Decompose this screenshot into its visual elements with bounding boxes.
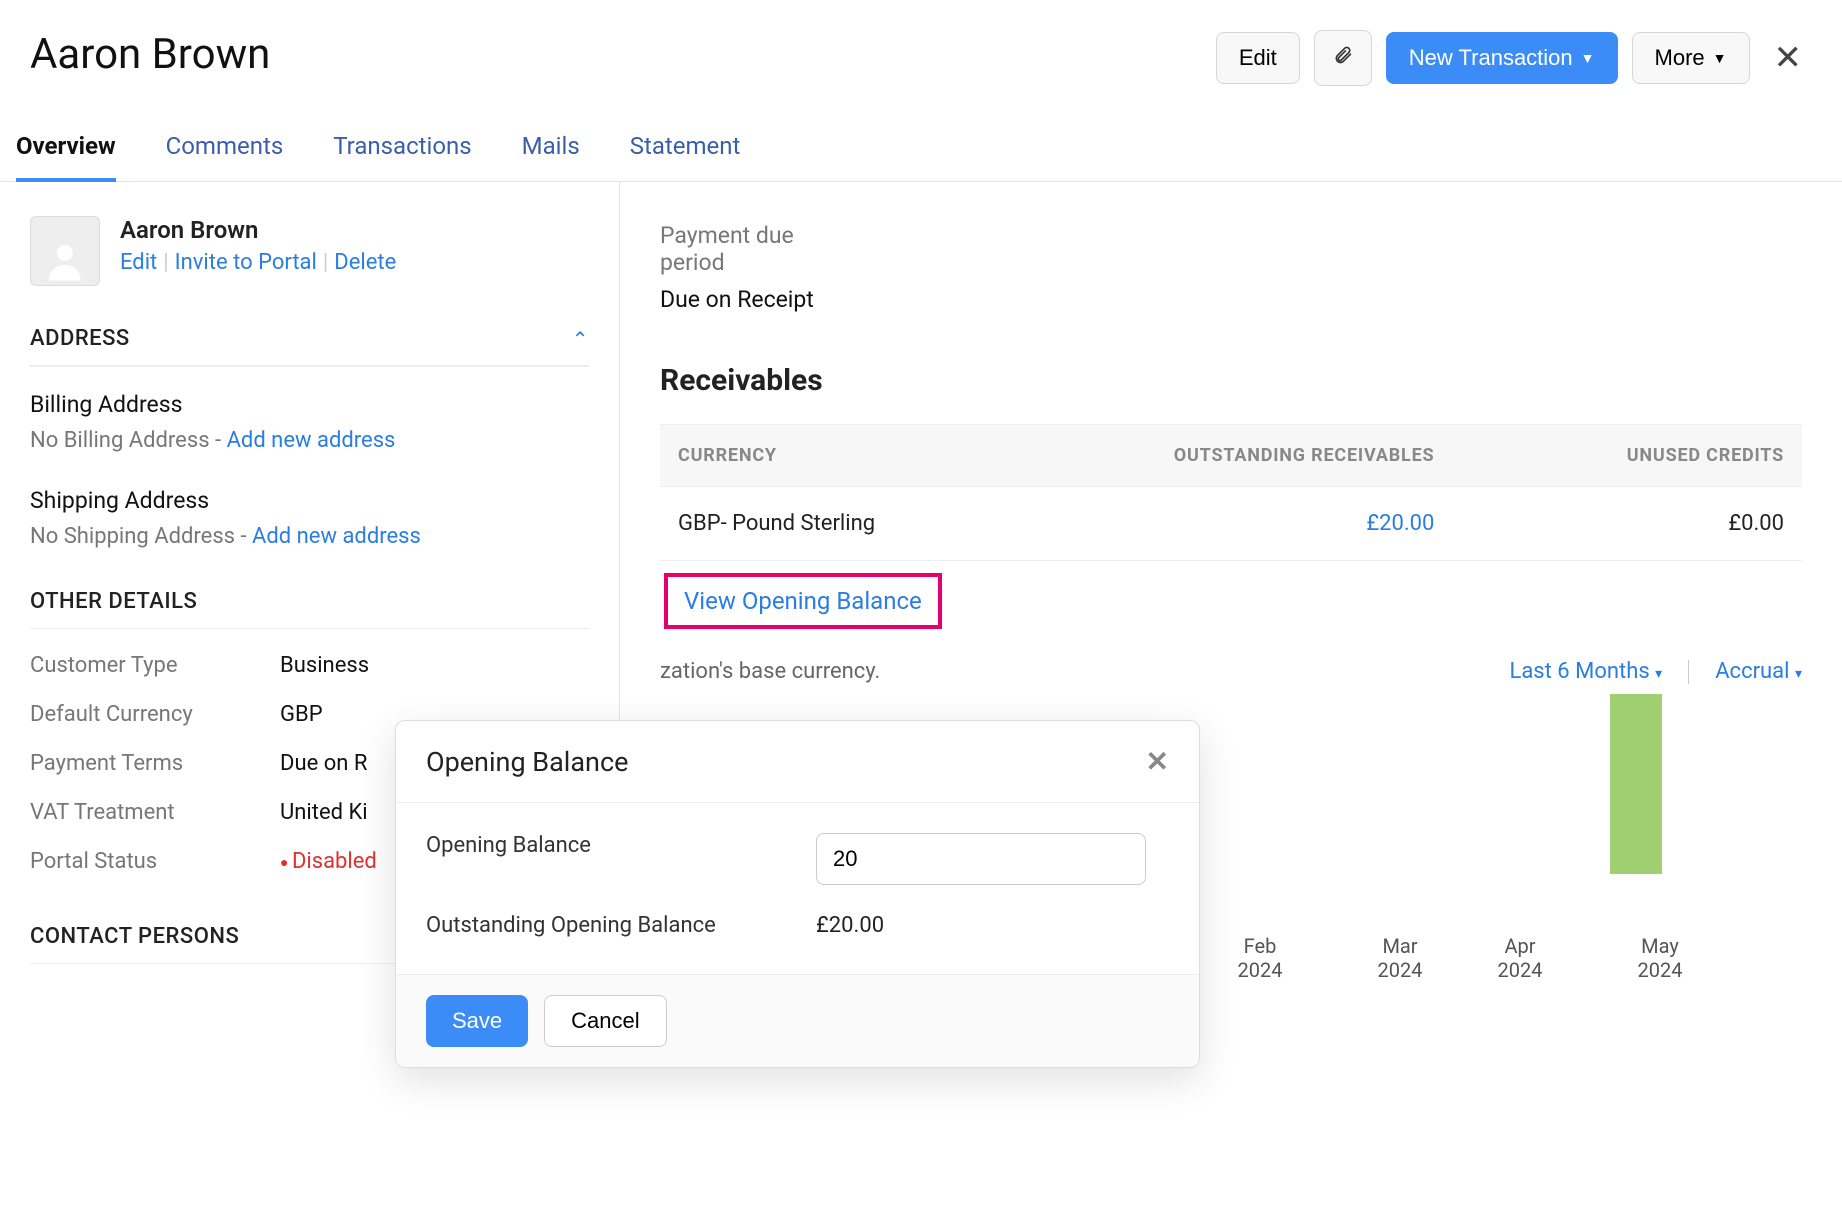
col-unused: UNUSED CREDITS — [1524, 425, 1802, 487]
chevron-up-icon: ⌃ — [572, 327, 589, 351]
x-tick: May — [1641, 934, 1679, 958]
detail-label: VAT Treatment — [30, 800, 280, 825]
address-heading: ADDRESS — [30, 326, 130, 351]
detail-value: GBP — [280, 702, 323, 727]
new-transaction-label: New Transaction — [1409, 45, 1573, 71]
payment-due-label: Payment due period — [660, 222, 840, 276]
payment-due-value: Due on Receipt — [660, 286, 1802, 313]
col-outstanding: OUTSTANDING RECEIVABLES — [995, 425, 1525, 487]
base-currency-note: zation's base currency. — [660, 659, 880, 684]
more-label: More — [1655, 45, 1705, 71]
range-dropdown[interactable]: Last 6 Months ▾ — [1509, 659, 1662, 684]
detail-value: Business — [280, 653, 369, 678]
x-tick: Feb — [1244, 934, 1277, 958]
shipping-address-title: Shipping Address — [30, 487, 589, 514]
attach-button[interactable] — [1314, 30, 1372, 86]
receivables-heading: Receivables — [660, 363, 1802, 398]
detail-label: Default Currency — [30, 702, 280, 727]
page-title: Aaron Brown — [30, 30, 270, 79]
profile-delete-link[interactable]: Delete — [334, 250, 396, 275]
save-button[interactable]: Save — [426, 995, 528, 1047]
detail-value: Due on R — [280, 751, 367, 776]
caret-down-icon: ▾ — [1655, 666, 1662, 682]
caret-down-icon: ▾ — [1795, 666, 1802, 682]
billing-address-value: No Billing Address - Add new address — [30, 428, 589, 453]
portal-status-value: Disabled — [280, 849, 377, 874]
unused-cell: £0.00 — [1524, 487, 1802, 561]
chart-bar-may — [1610, 694, 1662, 874]
tab-comments[interactable]: Comments — [166, 132, 284, 181]
x-tick-year: 2024 — [1350, 958, 1450, 982]
divider — [1688, 660, 1689, 684]
detail-label: Portal Status — [30, 849, 280, 874]
currency-cell: GBP- Pound Sterling — [660, 487, 995, 561]
detail-value: United Ki — [280, 800, 368, 825]
basis-dropdown[interactable]: Accrual ▾ — [1715, 659, 1802, 684]
avatar — [30, 216, 100, 286]
new-transaction-button[interactable]: New Transaction ▼ — [1386, 32, 1618, 84]
detail-label: Payment Terms — [30, 751, 280, 776]
edit-button[interactable]: Edit — [1216, 32, 1300, 84]
opening-balance-input[interactable] — [816, 833, 1146, 885]
opening-balance-dialog: Opening Balance ✕ Opening Balance Outsta… — [395, 720, 1200, 1068]
basis-dropdown-label: Accrual — [1715, 659, 1789, 684]
outstanding-opening-value: £20.00 — [816, 913, 884, 938]
table-row: GBP- Pound Sterling £20.00 £0.00 — [660, 487, 1802, 561]
contact-persons-heading: CONTACT PERSONS — [30, 924, 239, 949]
opening-balance-label: Opening Balance — [426, 833, 816, 858]
tab-overview[interactable]: Overview — [16, 132, 116, 182]
x-tick-year: 2024 — [1610, 958, 1710, 982]
shipping-address-value: No Shipping Address - Add new address — [30, 524, 589, 549]
x-tick: Apr — [1504, 934, 1535, 958]
invite-portal-link[interactable]: Invite to Portal — [175, 250, 317, 275]
dialog-close-icon[interactable]: ✕ — [1146, 745, 1169, 778]
outstanding-cell[interactable]: £20.00 — [995, 487, 1525, 561]
add-shipping-address-link[interactable]: Add new address — [252, 524, 421, 549]
tab-statement[interactable]: Statement — [630, 132, 741, 181]
detail-row: Customer Type Business — [30, 653, 589, 678]
receivables-table: CURRENCY OUTSTANDING RECEIVABLES UNUSED … — [660, 424, 1802, 561]
x-tick: Mar — [1382, 934, 1417, 958]
view-opening-balance-link[interactable]: View Opening Balance — [664, 573, 942, 629]
caret-down-icon: ▼ — [1581, 50, 1595, 66]
profile-edit-link[interactable]: Edit — [120, 250, 157, 275]
x-tick-year: 2024 — [1210, 958, 1310, 982]
address-section-header[interactable]: ADDRESS ⌃ — [30, 326, 589, 367]
other-details-header: OTHER DETAILS — [30, 589, 589, 629]
billing-address-title: Billing Address — [30, 391, 589, 418]
detail-label: Customer Type — [30, 653, 280, 678]
add-billing-address-link[interactable]: Add new address — [227, 428, 396, 453]
paperclip-icon — [1333, 43, 1353, 73]
outstanding-opening-label: Outstanding Opening Balance — [426, 913, 816, 938]
cancel-button[interactable]: Cancel — [544, 995, 666, 1047]
more-button[interactable]: More ▼ — [1632, 32, 1750, 84]
other-details-heading: OTHER DETAILS — [30, 589, 197, 614]
caret-down-icon: ▼ — [1713, 50, 1727, 66]
dialog-title: Opening Balance — [426, 746, 628, 778]
tab-bar: Overview Comments Transactions Mails Sta… — [0, 86, 1842, 182]
x-tick-year: 2024 — [1470, 958, 1570, 982]
tab-transactions[interactable]: Transactions — [333, 132, 471, 181]
close-icon[interactable]: ✕ — [1764, 38, 1813, 78]
col-currency: CURRENCY — [660, 425, 995, 487]
tab-mails[interactable]: Mails — [522, 132, 580, 181]
range-dropdown-label: Last 6 Months — [1509, 659, 1649, 684]
profile-name: Aaron Brown — [120, 216, 396, 244]
